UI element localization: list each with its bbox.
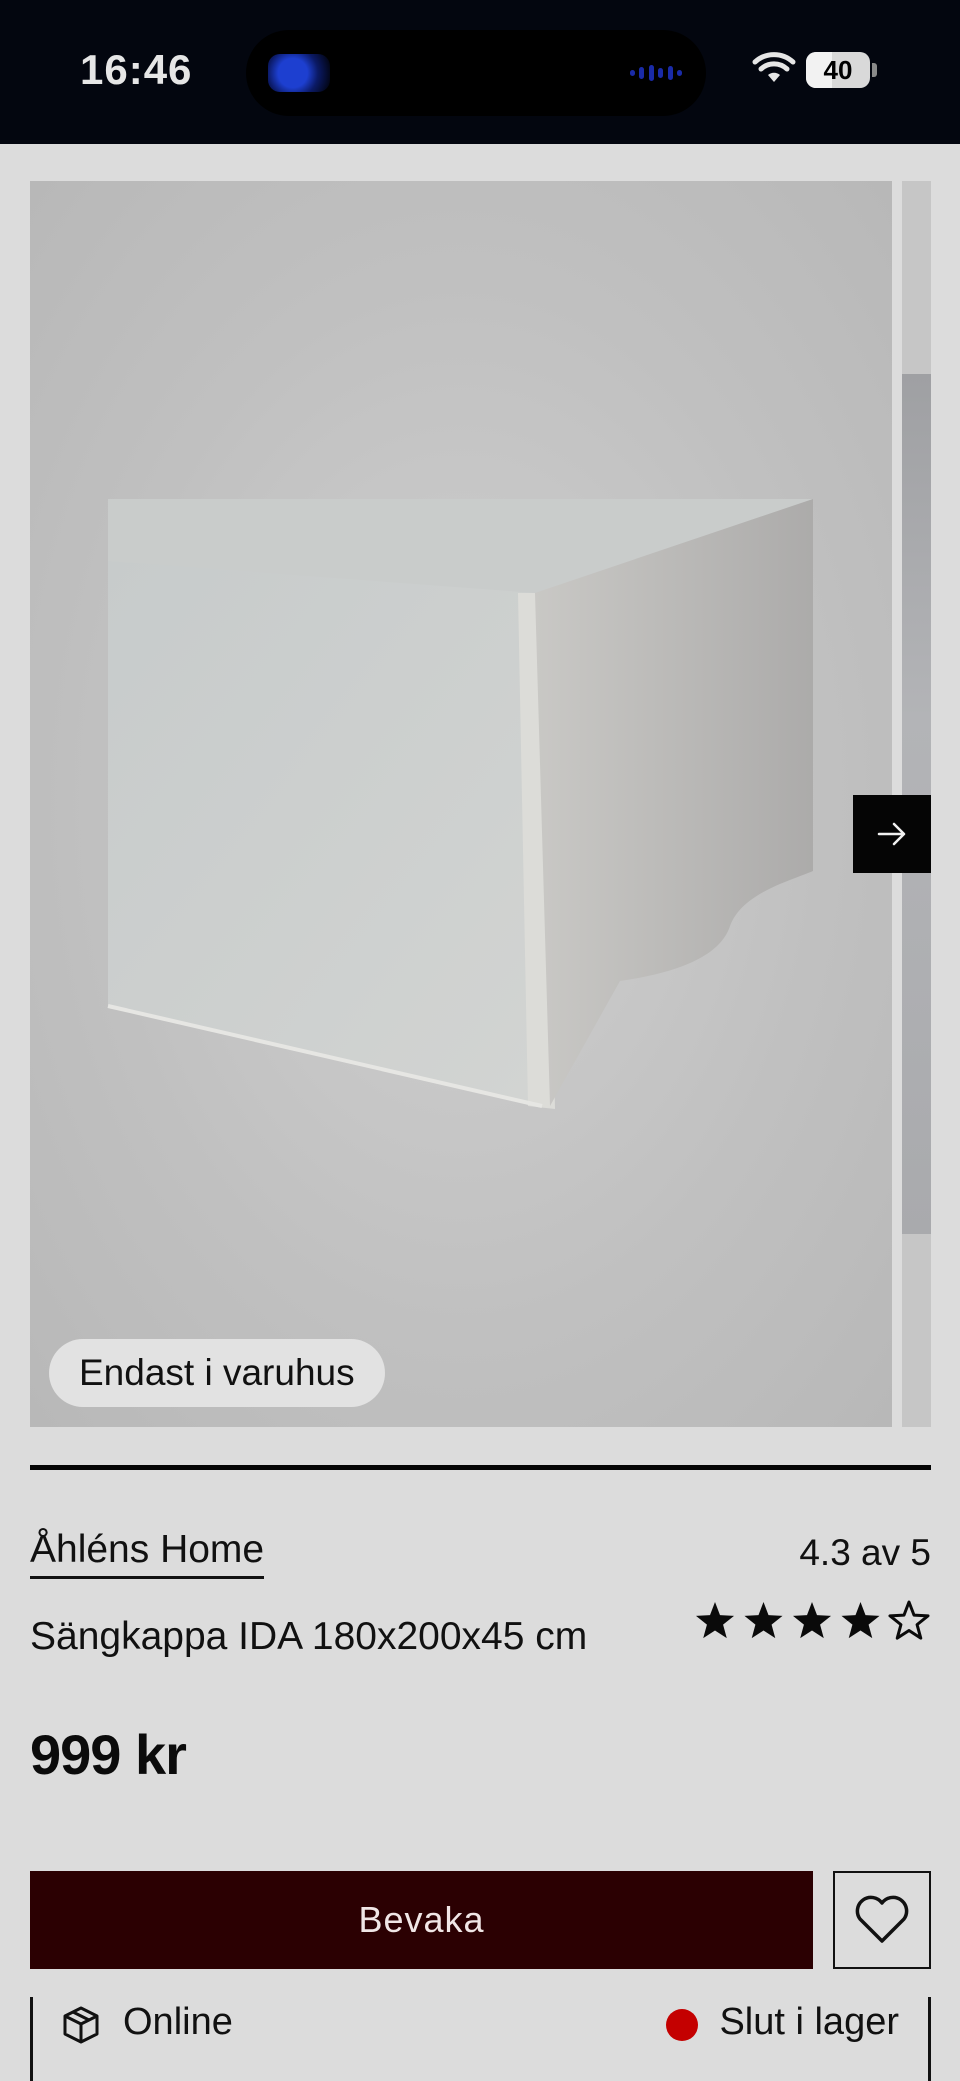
product-price: 999 kr: [30, 1723, 187, 1786]
arrow-right-icon: [877, 822, 906, 846]
gallery-progress-divider: [30, 1465, 931, 1470]
audio-wave-icon: [630, 64, 682, 82]
battery-cap: [872, 63, 877, 77]
star-filled-icon: [744, 1602, 783, 1639]
battery-icon: 40: [806, 52, 870, 88]
star-empty-icon: [888, 1600, 930, 1640]
stock-status-label: Slut i lager: [719, 2001, 899, 2043]
live-activity-icon: [268, 54, 330, 92]
battery-percent: 40: [823, 55, 853, 85]
product-image[interactable]: Endast i varuhus: [30, 181, 892, 1427]
online-label: Online: [123, 2001, 233, 2043]
box-icon: [63, 2006, 99, 2044]
favorite-button[interactable]: [833, 1871, 931, 1969]
status-bar: 16:46 40: [0, 0, 960, 144]
stock-status-dot: [666, 2009, 698, 2041]
star-filled-icon: [792, 1602, 832, 1639]
availability-row: Online Slut i lager: [30, 1997, 931, 2081]
store-only-badge: Endast i varuhus: [49, 1339, 385, 1407]
wifi-icon: [752, 52, 796, 82]
rating-text: 4.3 av 5: [799, 1532, 931, 1573]
bed-skirt-photo: [107, 499, 813, 1109]
next-image-button[interactable]: [853, 795, 931, 873]
star-filled-icon: [695, 1602, 735, 1639]
star-filled-icon: [841, 1602, 880, 1639]
dynamic-island: [246, 30, 706, 116]
rating-stars[interactable]: [694, 1598, 934, 1644]
product-title: Sängkappa IDA 180x200x45 cm: [30, 1615, 588, 1658]
heart-icon: [855, 1895, 909, 1943]
status-time: 16:46: [80, 46, 193, 93]
brand-link[interactable]: Åhléns Home: [30, 1528, 265, 1579]
watch-button[interactable]: Bevaka: [30, 1871, 813, 1969]
